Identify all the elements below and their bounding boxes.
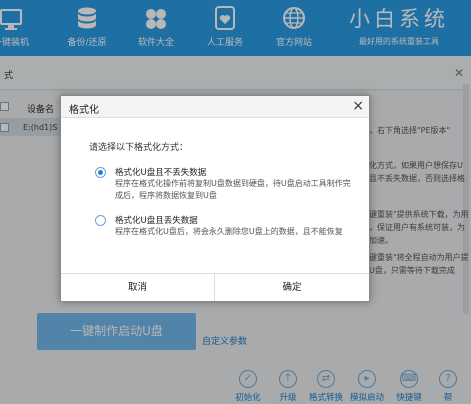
confirm-button[interactable]: 确定	[215, 274, 369, 301]
option-description: 程序在格式化操作前将复制U盘数据到硬盘，待U盘启动工具制作完成后，程序将数据恢复…	[115, 179, 351, 200]
cancel-button[interactable]: 取消	[61, 274, 215, 301]
dialog-title: 格式化	[69, 105, 99, 116]
close-icon[interactable]: ×	[352, 98, 364, 114]
radio-lose-data[interactable]	[95, 215, 106, 226]
dialog-title-bar: 格式化 ×	[61, 96, 369, 118]
radio-keep-data[interactable]	[95, 167, 106, 178]
dialog-prompt: 请选择以下格式化方式：	[89, 143, 189, 153]
option-title: 格式化U盘且不丢失数据	[115, 168, 207, 178]
option-description: 程序在格式化U盘后，将会永久删除您U盘上的数据，且不能恢复	[115, 227, 343, 236]
option-lose-data[interactable]: 格式化U盘且丢失数据 程序在格式化U盘后，将会永久删除您U盘上的数据，且不能恢复	[95, 214, 355, 254]
option-keep-data[interactable]: 格式化U盘且不丢失数据 程序在格式化操作前将复制U盘数据到硬盘，待U盘启动工具制…	[95, 166, 355, 206]
format-dialog: 格式化 × 请选择以下格式化方式： 格式化U盘且不丢失数据 程序在格式化操作前将…	[60, 95, 370, 302]
dialog-footer: 取消 确定	[61, 273, 369, 301]
option-title: 格式化U盘且丢失数据	[115, 216, 198, 226]
